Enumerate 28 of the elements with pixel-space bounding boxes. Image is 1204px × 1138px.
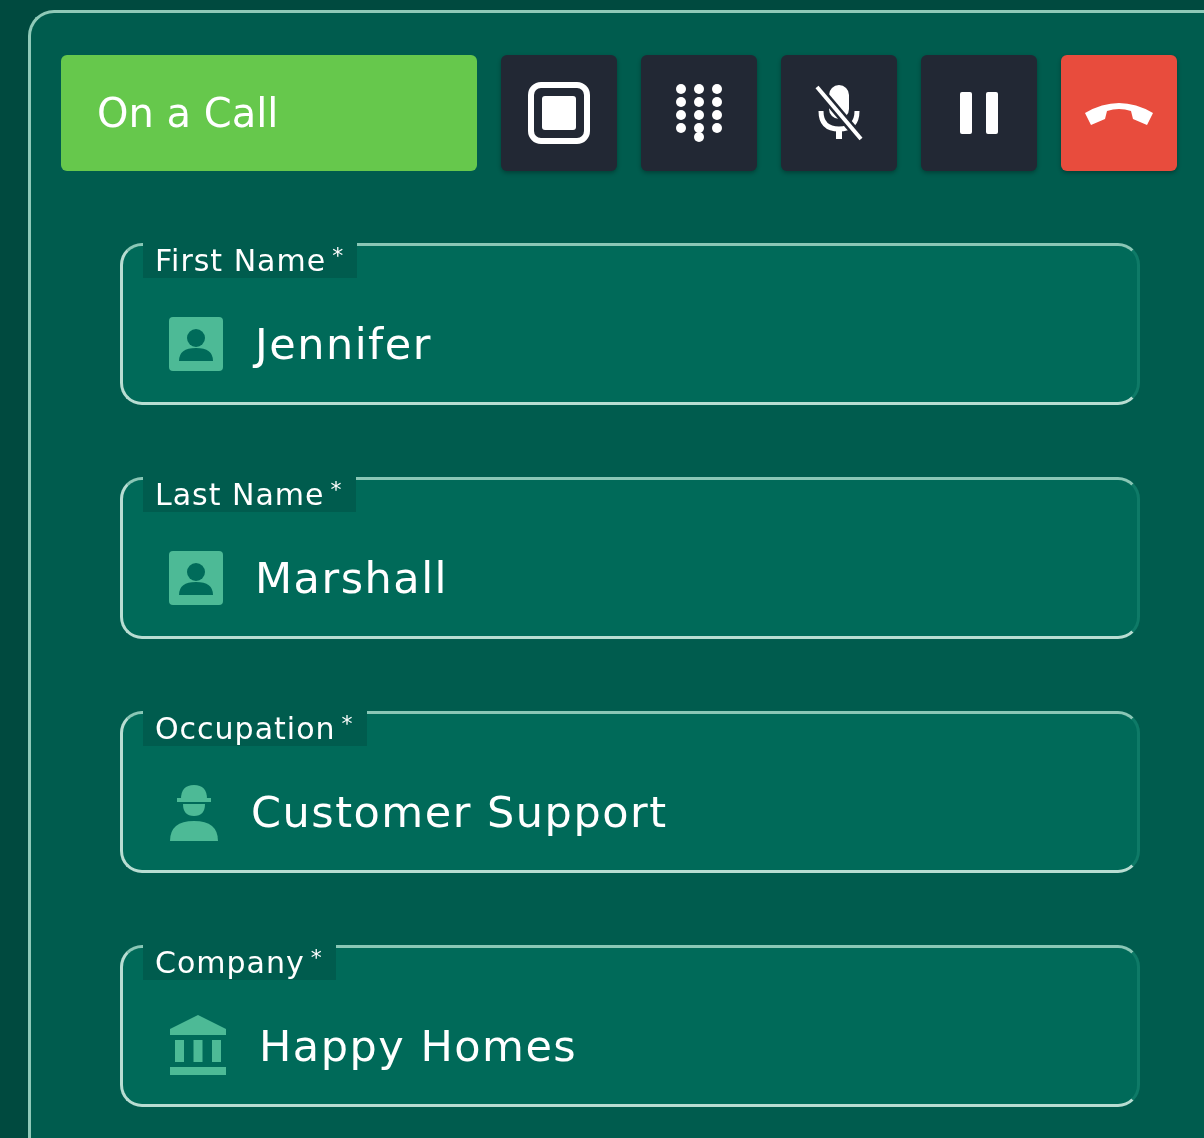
required-mark: * [330, 477, 342, 504]
pause-icon [960, 92, 998, 134]
form-field[interactable]: Company * Happy Homes [120, 945, 1140, 1107]
contact-card-icon [169, 551, 223, 605]
bank-icon [169, 1015, 227, 1077]
label-text: Occupation [155, 711, 336, 746]
form-field[interactable]: First Name * Jennifer [120, 243, 1140, 405]
form-field[interactable]: Occupation * Customer Support [120, 711, 1140, 873]
label-text: Last Name [155, 477, 325, 512]
required-mark: * [332, 243, 344, 270]
field-value: Customer Support [251, 787, 668, 837]
required-mark: * [341, 711, 353, 738]
field-value: Happy Homes [259, 1021, 578, 1071]
hangup-button[interactable] [1061, 55, 1177, 171]
label-text: First Name [155, 243, 327, 278]
stop-icon [528, 82, 590, 144]
form-field[interactable]: Last Name * Marshall [120, 477, 1140, 639]
keypad-button[interactable] [641, 55, 757, 171]
contact-card-icon [169, 317, 223, 371]
keypad-icon [675, 83, 723, 143]
mute-button[interactable] [781, 55, 897, 171]
call-status-badge: On a Call [61, 55, 477, 171]
label-text: Company [155, 945, 305, 980]
stop-button[interactable] [501, 55, 617, 171]
field-value: Marshall [255, 553, 449, 603]
worker-icon [169, 783, 219, 841]
required-mark: * [310, 945, 322, 972]
pause-button[interactable] [921, 55, 1037, 171]
